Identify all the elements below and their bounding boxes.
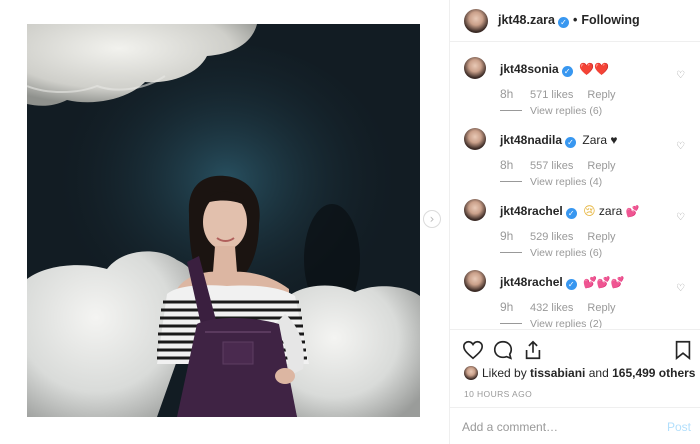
replies-divider <box>500 252 522 253</box>
comment-item: jkt48rachel ✓ 💕💕💕 9h 432 likes Reply View r… <box>450 256 700 328</box>
comment-emoji: ❤️❤️ <box>579 62 609 76</box>
comment-like-heart-icon[interactable]: ♡ <box>676 70 685 81</box>
two-hearts-emoji: 💕 <box>625 205 640 218</box>
comment-likes[interactable]: 557 likes <box>530 160 573 172</box>
comment-text-line: jkt48rachel ✓ 💕💕💕 <box>500 275 624 290</box>
comment-reply-button[interactable]: Reply <box>587 231 615 243</box>
add-comment-input[interactable] <box>462 417 652 437</box>
comment-body: Zara ♥ <box>582 133 618 147</box>
comment-avatar[interactable] <box>464 128 486 150</box>
comment-meta: 8h 571 likes Reply <box>500 87 616 101</box>
following-button[interactable]: Following <box>581 13 639 27</box>
liker-avatar[interactable] <box>464 366 478 380</box>
comment-like-heart-icon[interactable]: ♡ <box>676 283 685 294</box>
author-line: jkt48.zara ✓ • Following <box>498 13 640 28</box>
view-replies-button[interactable]: View replies (2) <box>500 318 602 328</box>
post-comment-button[interactable]: Post <box>667 420 691 434</box>
comment-item: jkt48sonia ✓ ❤️❤️ 8h 571 likes Reply View r… <box>450 43 700 117</box>
photo-pane: › <box>0 0 448 444</box>
comment-item: jkt48rachel ✓ 😢 zara 💕 9h 529 likes Reply V… <box>450 185 700 259</box>
comment-time[interactable]: 9h <box>500 300 530 314</box>
comment-username[interactable]: jkt48rachel <box>500 204 563 218</box>
comment-like-heart-icon[interactable]: ♡ <box>676 212 685 223</box>
verified-badge-icon: ✓ <box>561 66 573 77</box>
comment-reply-button[interactable]: Reply <box>587 302 615 314</box>
comment-text-line: jkt48rachel ✓ 😢 zara 💕 <box>500 204 639 219</box>
heart-outline-icon[interactable] <box>462 339 484 361</box>
liker-username[interactable]: tissabiani <box>530 366 585 380</box>
comment-username[interactable]: jkt48sonia <box>500 62 559 76</box>
comment-meta: 9h 529 likes Reply <box>500 229 616 243</box>
comment-likes[interactable]: 432 likes <box>530 302 573 314</box>
comments-list[interactable]: jkt48sonia ✓ ❤️❤️ 8h 571 likes Reply View r… <box>450 43 700 328</box>
comment-username[interactable]: jkt48rachel <box>500 275 563 289</box>
comment-body: zara <box>598 204 623 218</box>
replies-divider <box>500 323 522 324</box>
comment-likes[interactable]: 529 likes <box>530 231 573 243</box>
post-header: jkt48.zara ✓ • Following <box>450 0 700 42</box>
comment-avatar[interactable] <box>464 199 486 221</box>
comment-text-line: jkt48sonia ✓ ❤️❤️ <box>500 62 609 77</box>
comment-item: jkt48nadila ✓ Zara ♥ 8h 557 likes Reply Vie… <box>450 114 700 188</box>
bookmark-icon[interactable] <box>672 339 694 361</box>
separator-dot: • <box>572 13 578 27</box>
post-side-panel: jkt48.zara ✓ • Following jkt48sonia ✓ ❤️❤️ 8… <box>449 0 700 444</box>
share-upload-icon[interactable] <box>522 339 544 361</box>
likes-middle: and <box>585 366 613 380</box>
verified-badge-icon: ✓ <box>565 208 577 219</box>
comment-time[interactable]: 9h <box>500 229 530 243</box>
comment-username[interactable]: jkt48nadila <box>500 133 562 147</box>
comment-time[interactable]: 8h <box>500 158 530 172</box>
verified-badge-icon: ✓ <box>557 17 569 28</box>
verified-badge-icon: ✓ <box>565 137 577 148</box>
comment-reply-button[interactable]: Reply <box>587 89 615 101</box>
replies-divider <box>500 181 522 182</box>
comment-time[interactable]: 8h <box>500 87 530 101</box>
author-avatar[interactable] <box>464 9 488 33</box>
comment-meta: 8h 557 likes Reply <box>500 158 616 172</box>
two-hearts-emoji: 💕💕💕 <box>583 276 625 289</box>
post-timestamp[interactable]: 10 HOURS AGO <box>464 389 532 399</box>
comment-avatar[interactable] <box>464 57 486 79</box>
likes-others-count[interactable]: 165,499 others <box>612 366 695 380</box>
likes-prefix: Liked by <box>482 366 531 380</box>
comment-reply-button[interactable]: Reply <box>587 160 615 172</box>
comment-like-heart-icon[interactable]: ♡ <box>676 141 685 152</box>
comment-avatar[interactable] <box>464 270 486 292</box>
crying-face-emoji: 😢 <box>583 204 596 218</box>
verified-badge-icon: ✓ <box>565 279 577 290</box>
view-replies-label: View replies (2) <box>530 318 603 328</box>
photo-illustration <box>27 24 420 417</box>
comment-meta: 9h 432 likes Reply <box>500 300 616 314</box>
comment-text-line: jkt48nadila ✓ Zara ♥ <box>500 133 618 148</box>
post-photo[interactable] <box>27 24 420 417</box>
comment-bubble-icon[interactable] <box>492 339 514 361</box>
replies-divider <box>500 110 522 111</box>
next-photo-arrow-icon[interactable]: › <box>423 210 441 228</box>
author-username[interactable]: jkt48.zara <box>498 13 555 27</box>
add-comment-bar: Post <box>450 407 700 444</box>
comment-likes[interactable]: 571 likes <box>530 89 573 101</box>
likes-summary: Liked by tissabiani and 165,499 others <box>464 366 695 380</box>
